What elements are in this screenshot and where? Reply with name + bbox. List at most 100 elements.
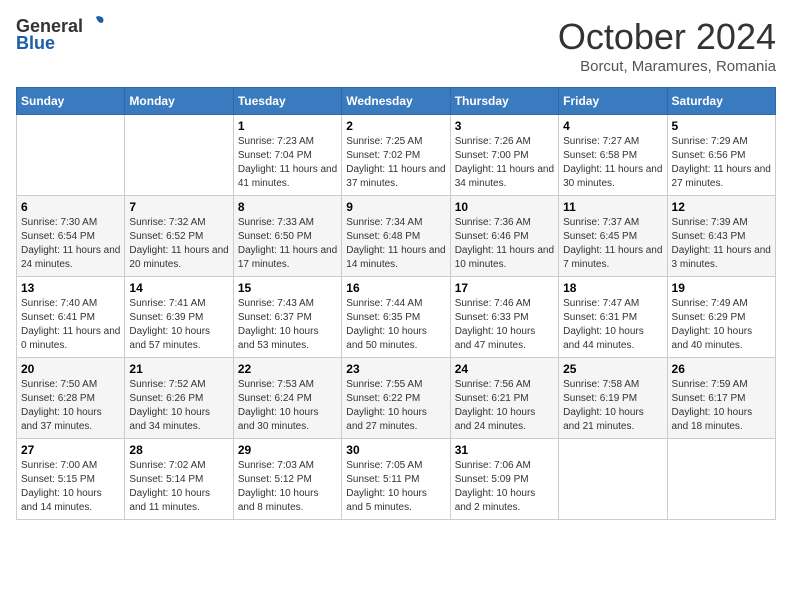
calendar-week-2: 13 Sunrise: 7:40 AM Sunset: 6:41 PM Dayli… [17, 277, 776, 358]
header-tuesday: Tuesday [233, 88, 341, 115]
day-info: Sunrise: 7:52 AM Sunset: 6:26 PM Dayligh… [129, 378, 228, 434]
calendar-cell: 1 Sunrise: 7:23 AM Sunset: 7:04 PM Daylig… [233, 115, 341, 196]
header-friday: Friday [559, 88, 667, 115]
day-info: Sunrise: 7:50 AM Sunset: 6:28 PM Dayligh… [21, 378, 120, 434]
calendar-cell: 15Sunrise: 7:43 AM Sunset: 6:37 PM Dayli… [233, 277, 341, 358]
day-number: 20 [21, 362, 120, 376]
calendar-cell: 7Sunrise: 7:32 AM Sunset: 6:52 PM Daylig… [125, 196, 233, 277]
day-info: Sunrise: 7:32 AM Sunset: 6:52 PM Dayligh… [129, 216, 228, 272]
calendar-week-3: 20 Sunrise: 7:50 AM Sunset: 6:28 PM Dayli… [17, 358, 776, 439]
calendar-cell: 3 Sunrise: 7:26 AM Sunset: 7:00 PM Daylig… [450, 115, 558, 196]
calendar-cell: 19Sunrise: 7:49 AM Sunset: 6:29 PM Dayli… [667, 277, 775, 358]
calendar-cell: 9Sunrise: 7:34 AM Sunset: 6:48 PM Daylig… [342, 196, 450, 277]
calendar-cell: 6 Sunrise: 7:30 AM Sunset: 6:54 PM Daylig… [17, 196, 125, 277]
calendar-cell: 29 Sunrise: 7:03 AM Sunset: 5:12 PM Dayli… [233, 439, 341, 520]
logo-blue-text: Blue [16, 33, 55, 54]
calendar-cell [125, 115, 233, 196]
day-number: 5 [672, 119, 771, 133]
calendar-week-4: 27 Sunrise: 7:00 AM Sunset: 5:15 PM Dayli… [17, 439, 776, 520]
day-info: Sunrise: 7:41 AM Sunset: 6:39 PM Dayligh… [129, 297, 228, 353]
header-thursday: Thursday [450, 88, 558, 115]
day-info: Sunrise: 7:46 AM Sunset: 6:33 PM Dayligh… [455, 297, 554, 353]
location-text: Borcut, Maramures, Romania [558, 58, 776, 75]
day-info: Sunrise: 7:03 AM Sunset: 5:12 PM Dayligh… [238, 459, 337, 515]
calendar-table: Sunday Monday Tuesday Wednesday Thursday… [16, 87, 776, 520]
calendar-cell: 12Sunrise: 7:39 AM Sunset: 6:43 PM Dayli… [667, 196, 775, 277]
calendar-cell: 13 Sunrise: 7:40 AM Sunset: 6:41 PM Dayli… [17, 277, 125, 358]
day-number: 14 [129, 281, 228, 295]
day-info: Sunrise: 7:29 AM Sunset: 6:56 PM Dayligh… [672, 135, 771, 191]
page-header: General Blue October 2024 Borcut, Maramu… [16, 16, 776, 75]
calendar-cell: 14 Sunrise: 7:41 AM Sunset: 6:39 PM Dayli… [125, 277, 233, 358]
day-number: 12 [672, 200, 771, 214]
day-number: 22 [238, 362, 337, 376]
calendar-cell: 18 Sunrise: 7:47 AM Sunset: 6:31 PM Dayli… [559, 277, 667, 358]
day-number: 29 [238, 443, 337, 457]
calendar-week-1: 6 Sunrise: 7:30 AM Sunset: 6:54 PM Daylig… [17, 196, 776, 277]
calendar-cell: 17 Sunrise: 7:46 AM Sunset: 6:33 PM Dayli… [450, 277, 558, 358]
day-info: Sunrise: 7:27 AM Sunset: 6:58 PM Dayligh… [563, 135, 662, 191]
day-number: 27 [21, 443, 120, 457]
title-section: October 2024 Borcut, Maramures, Romania [558, 16, 776, 75]
calendar-cell: 4 Sunrise: 7:27 AM Sunset: 6:58 PM Daylig… [559, 115, 667, 196]
day-number: 2 [346, 119, 445, 133]
header-row: Sunday Monday Tuesday Wednesday Thursday… [17, 88, 776, 115]
day-number: 11 [563, 200, 662, 214]
day-number: 28 [129, 443, 228, 457]
calendar-header: Sunday Monday Tuesday Wednesday Thursday… [17, 88, 776, 115]
calendar-cell: 22 Sunrise: 7:53 AM Sunset: 6:24 PM Dayli… [233, 358, 341, 439]
day-number: 4 [563, 119, 662, 133]
day-info: Sunrise: 7:26 AM Sunset: 7:00 PM Dayligh… [455, 135, 554, 191]
calendar-cell: 5 Sunrise: 7:29 AM Sunset: 6:56 PM Daylig… [667, 115, 775, 196]
logo: General Blue [16, 16, 107, 54]
day-number: 23 [346, 362, 445, 376]
day-number: 1 [238, 119, 337, 133]
day-info: Sunrise: 7:59 AM Sunset: 6:17 PM Dayligh… [672, 378, 771, 434]
day-number: 13 [21, 281, 120, 295]
calendar-cell: 11Sunrise: 7:37 AM Sunset: 6:45 PM Dayli… [559, 196, 667, 277]
header-saturday: Saturday [667, 88, 775, 115]
day-number: 21 [129, 362, 228, 376]
day-number: 26 [672, 362, 771, 376]
calendar-week-0: 1 Sunrise: 7:23 AM Sunset: 7:04 PM Daylig… [17, 115, 776, 196]
day-info: Sunrise: 7:44 AM Sunset: 6:35 PM Dayligh… [346, 297, 445, 353]
day-info: Sunrise: 7:00 AM Sunset: 5:15 PM Dayligh… [21, 459, 120, 515]
calendar-cell: 28 Sunrise: 7:02 AM Sunset: 5:14 PM Dayli… [125, 439, 233, 520]
day-number: 18 [563, 281, 662, 295]
day-info: Sunrise: 7:40 AM Sunset: 6:41 PM Dayligh… [21, 297, 120, 353]
day-info: Sunrise: 7:53 AM Sunset: 6:24 PM Dayligh… [238, 378, 337, 434]
day-info: Sunrise: 7:23 AM Sunset: 7:04 PM Dayligh… [238, 135, 337, 191]
calendar-cell [667, 439, 775, 520]
day-info: Sunrise: 7:02 AM Sunset: 5:14 PM Dayligh… [129, 459, 228, 515]
day-info: Sunrise: 7:55 AM Sunset: 6:22 PM Dayligh… [346, 378, 445, 434]
calendar-cell: 16 Sunrise: 7:44 AM Sunset: 6:35 PM Dayli… [342, 277, 450, 358]
day-number: 15 [238, 281, 337, 295]
day-number: 8 [238, 200, 337, 214]
day-number: 16 [346, 281, 445, 295]
day-info: Sunrise: 7:06 AM Sunset: 5:09 PM Dayligh… [455, 459, 554, 515]
month-title: October 2024 [558, 16, 776, 58]
header-sunday: Sunday [17, 88, 125, 115]
calendar-cell [17, 115, 125, 196]
calendar-cell: 23 Sunrise: 7:55 AM Sunset: 6:22 PM Dayli… [342, 358, 450, 439]
day-number: 9 [346, 200, 445, 214]
calendar-cell: 26 Sunrise: 7:59 AM Sunset: 6:17 PM Dayli… [667, 358, 775, 439]
day-number: 10 [455, 200, 554, 214]
day-info: Sunrise: 7:33 AM Sunset: 6:50 PM Dayligh… [238, 216, 337, 272]
day-info: Sunrise: 7:49 AM Sunset: 6:29 PM Dayligh… [672, 297, 771, 353]
day-info: Sunrise: 7:30 AM Sunset: 6:54 PM Dayligh… [21, 216, 120, 272]
day-number: 24 [455, 362, 554, 376]
day-number: 17 [455, 281, 554, 295]
calendar-cell: 20 Sunrise: 7:50 AM Sunset: 6:28 PM Dayli… [17, 358, 125, 439]
logo-bird-icon [85, 14, 107, 36]
day-number: 3 [455, 119, 554, 133]
calendar-cell: 2 Sunrise: 7:25 AM Sunset: 7:02 PM Daylig… [342, 115, 450, 196]
calendar-cell: 25Sunrise: 7:58 AM Sunset: 6:19 PM Dayli… [559, 358, 667, 439]
calendar-cell: 21 Sunrise: 7:52 AM Sunset: 6:26 PM Dayli… [125, 358, 233, 439]
day-info: Sunrise: 7:47 AM Sunset: 6:31 PM Dayligh… [563, 297, 662, 353]
day-number: 31 [455, 443, 554, 457]
calendar-cell [559, 439, 667, 520]
day-number: 6 [21, 200, 120, 214]
day-info: Sunrise: 7:25 AM Sunset: 7:02 PM Dayligh… [346, 135, 445, 191]
calendar-cell: 30Sunrise: 7:05 AM Sunset: 5:11 PM Dayli… [342, 439, 450, 520]
